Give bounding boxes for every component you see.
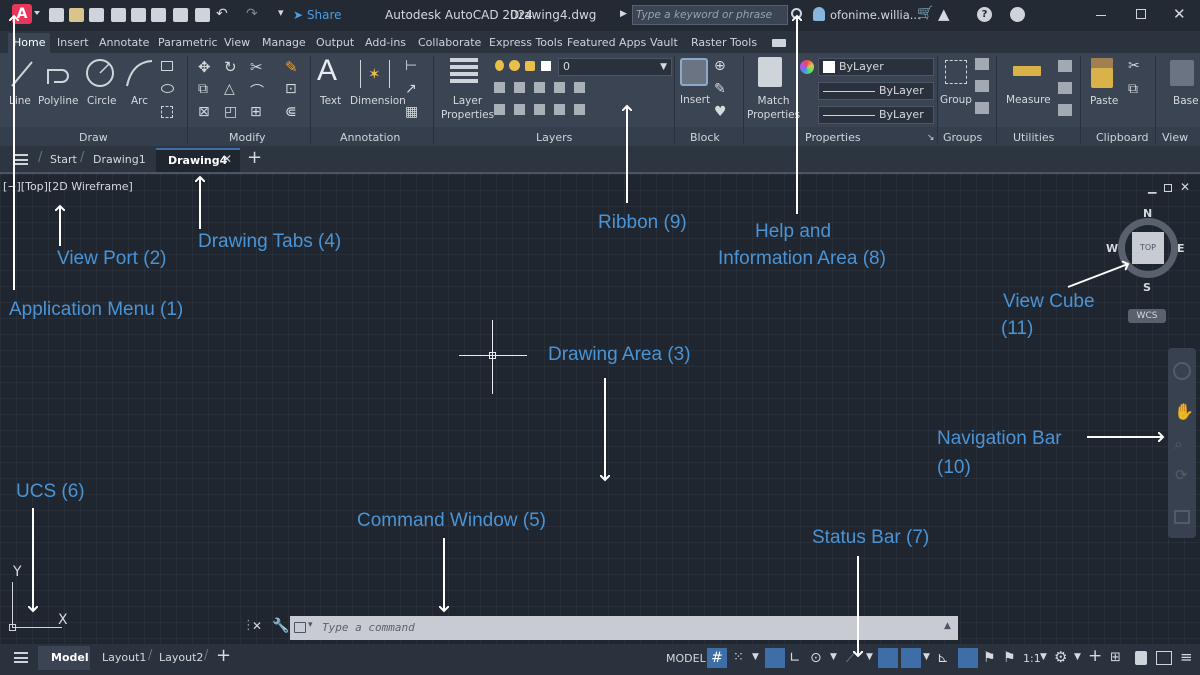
annotation-ucs: UCS (6) (16, 481, 85, 502)
annotation-view-cube-line1: View Cube (1003, 291, 1095, 312)
annotation-status-bar: Status Bar (7) (812, 527, 930, 548)
annotation-drawing-tabs: Drawing Tabs (4) (198, 231, 342, 252)
annotation-drawing-area: Drawing Area (3) (548, 344, 691, 365)
annotation-viewport: View Port (2) (57, 248, 167, 269)
annotation-nav-bar-line1: Navigation Bar (937, 428, 1062, 449)
annotation-help-area-line1: Help and (755, 221, 832, 242)
arrow-view-cube (1067, 264, 1128, 288)
annotation-command-window: Command Window (5) (357, 510, 546, 531)
annotation-app-menu: Application Menu (1) (9, 299, 184, 320)
annotation-ribbon: Ribbon (9) (598, 212, 687, 233)
annotation-help-area-line2: Information Area (8) (718, 248, 886, 269)
annotation-nav-bar-line2: (10) (937, 457, 971, 478)
annotation-view-cube-line2: (11) (1001, 318, 1034, 339)
